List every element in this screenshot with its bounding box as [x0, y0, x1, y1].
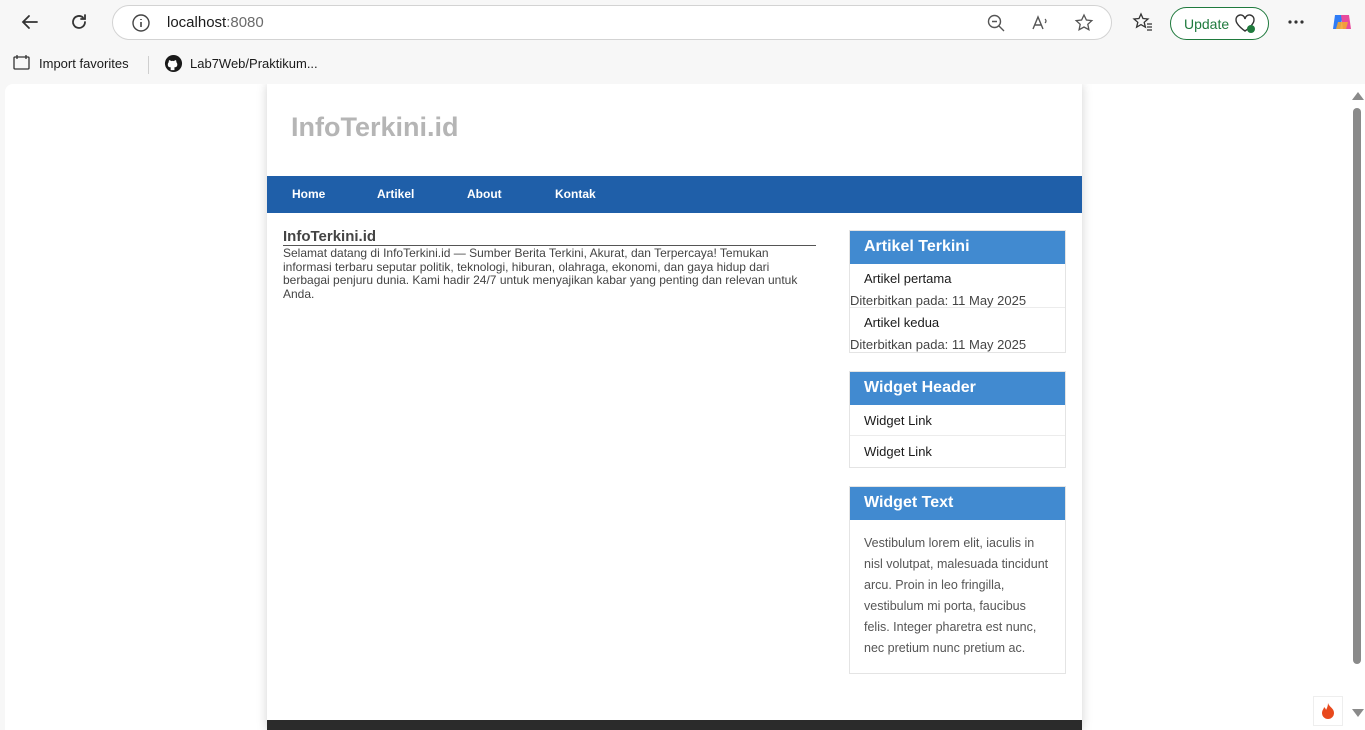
widget-articles: Artikel Terkini Artikel pertama Diterbit… [849, 230, 1066, 353]
favorites-icon[interactable] [1127, 6, 1159, 38]
address-bar[interactable]: localhost:8080 [112, 5, 1112, 40]
favorite-label: Import favorites [39, 55, 129, 71]
site-container: InfoTerkini.id Home Artikel About Kontak… [267, 84, 1082, 730]
widget-header: Widget Header [850, 372, 1065, 405]
widget-link[interactable]: Widget Link [850, 405, 1065, 436]
favorite-github[interactable]: Lab7Web/Praktikum... [164, 54, 318, 73]
favorite-star-icon[interactable] [1073, 12, 1095, 34]
zoom-out-icon[interactable] [985, 12, 1007, 34]
content-text: Selamat datang di InfoTerkini.id — Sumbe… [283, 246, 798, 301]
read-aloud-icon[interactable] [1029, 12, 1051, 34]
nav-home[interactable]: Home [292, 187, 325, 201]
article-date: Diterbitkan pada: 11 May 2025 [850, 337, 1027, 352]
scroll-up-icon[interactable] [1352, 92, 1364, 100]
site-info-icon[interactable] [131, 13, 151, 38]
widget-header: Artikel Terkini [850, 231, 1065, 264]
site-title: InfoTerkini.id [291, 112, 459, 142]
url-port: :8080 [226, 14, 264, 31]
widget-text-body: Vestibulum lorem elit, iaculis in nisl v… [864, 536, 1049, 655]
content-heading: InfoTerkini.id [283, 228, 816, 246]
widget-link[interactable]: Widget Link [850, 436, 1065, 467]
nav-about[interactable]: About [467, 187, 502, 201]
article-item: Artikel kedua Diterbitkan pada: 11 May 2… [850, 308, 1065, 352]
scroll-down-icon[interactable] [1352, 709, 1364, 717]
nav-artikel[interactable]: Artikel [377, 187, 414, 201]
github-icon [164, 54, 183, 73]
sidebar: Artikel Terkini Artikel pertama Diterbit… [849, 230, 1066, 692]
health-icon [1234, 14, 1256, 37]
article-date: Diterbitkan pada: 11 May 2025 [850, 293, 1027, 308]
footer-bar [267, 720, 1082, 730]
article-link[interactable]: Artikel kedua [864, 315, 939, 330]
browser-toolbar: localhost:8080 Update [0, 0, 1365, 46]
favorite-label: Lab7Web/Praktikum... [190, 56, 318, 71]
widget-links: Widget Header Widget Link Widget Link [849, 371, 1066, 468]
scroll-thumb[interactable] [1353, 108, 1361, 664]
widget-header: Widget Text [850, 487, 1065, 520]
page-viewport: InfoTerkini.id Home Artikel About Kontak… [5, 84, 1365, 730]
favorites-divider [148, 56, 149, 74]
update-button[interactable]: Update [1170, 7, 1269, 40]
import-icon [12, 54, 32, 72]
back-icon[interactable] [14, 6, 46, 38]
copilot-icon[interactable] [1326, 6, 1358, 38]
vertical-scrollbar[interactable] [1349, 84, 1365, 730]
main-content: InfoTerkini.id Selamat datang di InfoTer… [283, 228, 816, 301]
fire-icon[interactable] [1313, 696, 1343, 726]
widget-text: Widget Text Vestibulum lorem elit, iacul… [849, 486, 1066, 674]
more-menu-icon[interactable] [1280, 6, 1312, 38]
article-link[interactable]: Artikel pertama [864, 271, 951, 286]
url-host: localhost [167, 14, 227, 31]
nav-kontak[interactable]: Kontak [555, 187, 596, 201]
favorites-bar: Import favorites Lab7Web/Praktikum... [0, 46, 1365, 82]
main-nav: Home Artikel About Kontak [267, 176, 1082, 213]
favorite-import[interactable]: Import favorites [12, 54, 129, 72]
url-text[interactable]: localhost:8080 [167, 14, 264, 31]
update-label: Update [1184, 15, 1230, 32]
article-item: Artikel pertama Diterbitkan pada: 11 May… [850, 264, 1065, 308]
refresh-icon[interactable] [63, 6, 95, 38]
